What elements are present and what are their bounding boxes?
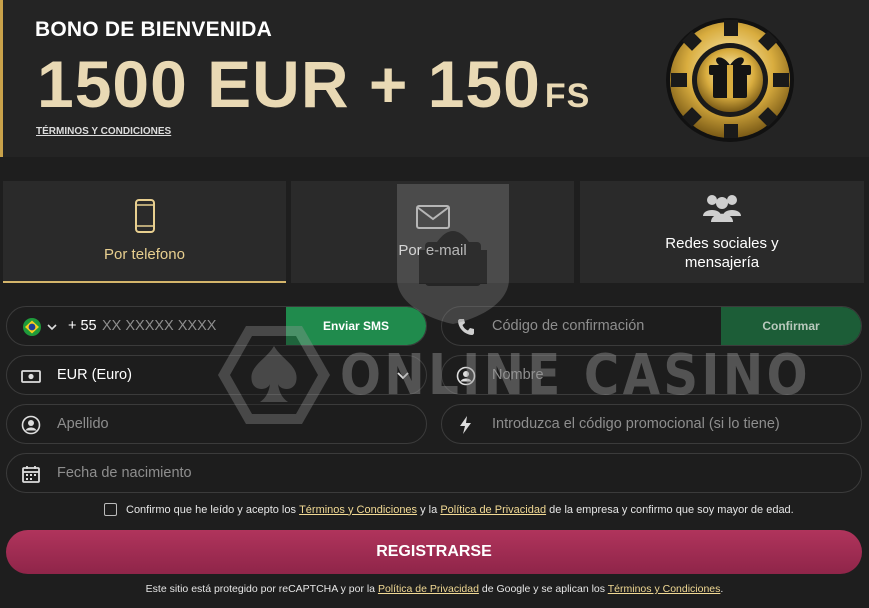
consent-text-2: y la — [420, 503, 438, 516]
bonus-title: BONO DE BIENVENIDA — [35, 18, 272, 41]
promo-code-field[interactable]: Introduzca el código promocional (si lo … — [441, 404, 862, 444]
confirmation-code-input[interactable]: Código de confirmación — [492, 318, 644, 334]
user-icon — [21, 415, 41, 435]
currency-value: EUR (Euro) — [57, 367, 132, 383]
casino-chip-gift-icon — [666, 18, 794, 142]
calendar-icon — [22, 466, 40, 483]
consent-text-3: de la empresa y confirmo que soy mayor d… — [549, 503, 794, 516]
watermark-text: ONLINE CASINO — [340, 343, 812, 408]
tab-phone[interactable]: Por telefono — [3, 181, 286, 283]
recaptcha-privacy-link[interactable]: Política de Privacidad — [378, 583, 479, 595]
phone-input[interactable]: XX XXXXX XXXX — [102, 318, 216, 334]
watermark-shield-icon — [397, 184, 509, 324]
recaptcha-notice: Este sitio está protegido por reCAPTCHA … — [0, 583, 869, 595]
recaptcha-text-2: de Google y se aplican los — [481, 583, 606, 595]
tab-social-label: Redes sociales y mensajería — [665, 235, 779, 271]
promo-code-input[interactable]: Introduzca el código promocional (si lo … — [492, 416, 780, 432]
phone-icon — [134, 198, 155, 233]
tab-phone-label: Por telefono — [104, 245, 185, 263]
lightning-icon — [460, 416, 471, 434]
last-name-field[interactable]: Apellido — [6, 404, 427, 444]
consent-terms-link[interactable]: Términos y Condiciones — [299, 504, 417, 516]
terms-link[interactable]: TÉRMINOS Y CONDICIONES — [36, 126, 171, 137]
recaptcha-terms-link[interactable]: Términos y Condiciones — [608, 583, 721, 595]
confirm-button[interactable]: Confirmar — [721, 307, 861, 345]
users-icon — [703, 195, 741, 222]
consent-privacy-link[interactable]: Política de Privacidad — [440, 504, 546, 516]
birthdate-input[interactable]: Fecha de nacimiento — [57, 465, 192, 481]
chevron-down-icon[interactable] — [47, 323, 57, 331]
recaptcha-text-1: Este sitio está protegido por reCAPTCHA … — [145, 583, 376, 595]
brazil-flag-icon — [23, 318, 41, 336]
bonus-suffix: FS — [544, 77, 591, 115]
tab-social[interactable]: Redes sociales y mensajería — [580, 181, 864, 283]
bonus-amount: 1500 EUR + 150 FS — [37, 47, 591, 121]
consent-text-1: Confirmo que he leído y acepto los — [126, 503, 296, 516]
consent-checkbox[interactable] — [104, 503, 117, 516]
consent-row: Confirmo que he leído y acepto los Térmi… — [104, 503, 794, 516]
register-button[interactable]: REGISTRARSE — [6, 530, 862, 574]
birthdate-field[interactable]: Fecha de nacimiento — [6, 453, 862, 493]
phone-field[interactable]: + 55 XX XXXXX XXXX Enviar SMS — [6, 306, 427, 346]
phone-prefix: + 55 — [68, 318, 97, 334]
bonus-banner: BONO DE BIENVENIDA 1500 EUR + 150 FS TÉRM… — [0, 0, 869, 157]
last-name-input[interactable]: Apellido — [57, 416, 109, 432]
banknote-icon — [21, 370, 41, 383]
recaptcha-text-3: . — [720, 583, 724, 595]
watermark-spade-logo-icon — [218, 326, 330, 424]
